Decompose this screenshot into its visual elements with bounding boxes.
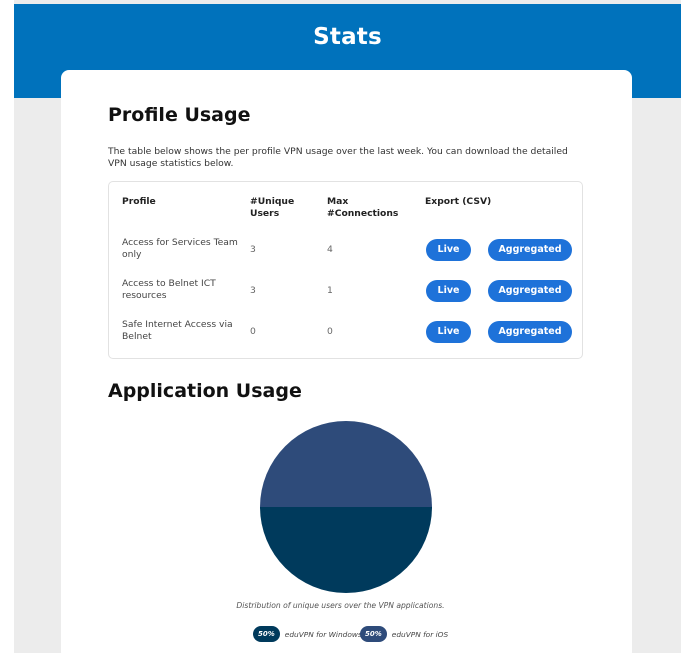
profile-name-cell: Safe Internet Access via Belnet: [122, 319, 233, 342]
legend-label: eduVPN for iOS: [391, 629, 449, 639]
export-live-button[interactable]: Live: [426, 239, 471, 261]
unique-users-cell: 3: [250, 244, 256, 255]
pie-chart-caption: Distribution of unique users over the VP…: [236, 601, 445, 610]
column-header-max-connections: Max #Connections: [327, 196, 399, 219]
legend-badge: 50%: [360, 626, 387, 642]
column-header-profile: Profile: [122, 196, 156, 207]
export-live-button[interactable]: Live: [426, 321, 471, 343]
profile-usage-heading: Profile Usage: [108, 104, 251, 126]
export-aggregated-button[interactable]: Aggregated: [488, 321, 572, 343]
max-connections-cell: 1: [327, 285, 333, 296]
max-connections-cell: 4: [327, 244, 333, 255]
pie-slice-eduvpn-for-ios: [260, 421, 432, 507]
legend-item: 50% eduVPN for iOS: [360, 626, 448, 642]
legend-item: 50% eduVPN for Windows: [253, 626, 362, 642]
profile-usage-table: Profile #Unique Users Max #Connections E…: [108, 181, 583, 359]
unique-users-cell: 3: [250, 285, 256, 296]
column-header-unique-users: #Unique Users: [250, 196, 295, 219]
profile-name-cell: Access to Belnet ICT resources: [122, 278, 216, 301]
profile-usage-intro: The table below shows the per profile VP…: [108, 146, 568, 169]
export-aggregated-button[interactable]: Aggregated: [488, 280, 572, 302]
profile-name-cell: Access for Services Team only: [122, 237, 238, 260]
export-live-button[interactable]: Live: [426, 280, 471, 302]
legend-label: eduVPN for Windows: [284, 629, 362, 639]
pie-slice-eduvpn-for-windows: [260, 507, 432, 593]
column-header-export: Export (CSV): [425, 196, 492, 207]
legend-badge: 50%: [253, 626, 280, 642]
page-title: Stats: [313, 24, 382, 50]
max-connections-cell: 0: [327, 326, 333, 337]
export-aggregated-button[interactable]: Aggregated: [488, 239, 572, 261]
application-usage-pie-chart: [260, 421, 432, 593]
application-usage-heading: Application Usage: [108, 380, 302, 402]
unique-users-cell: 0: [250, 326, 256, 337]
